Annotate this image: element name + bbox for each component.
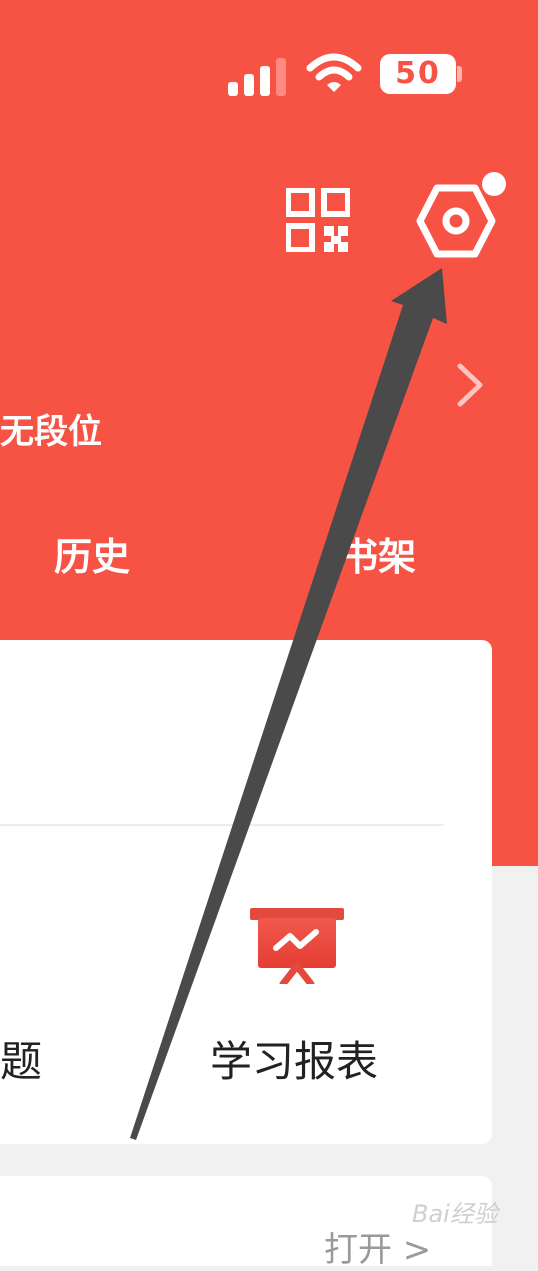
rank-label: 无段位 [0, 412, 102, 452]
cellular-signal-icon [228, 56, 288, 96]
tab-bookshelf[interactable]: 书架 [340, 526, 416, 581]
report-board-icon[interactable] [250, 908, 344, 984]
battery-indicator: 50 [380, 54, 456, 94]
notification-dot [482, 172, 506, 196]
chevron-right-icon[interactable] [452, 362, 486, 408]
tab-history[interactable]: 历史 [54, 526, 130, 581]
qr-code-icon[interactable] [286, 188, 350, 252]
action-label-topics[interactable]: 题 [0, 1028, 42, 1089]
wifi-icon [306, 53, 362, 92]
watermark: Bai经验 [412, 1200, 498, 1228]
settings-hexagon-icon[interactable] [416, 184, 496, 258]
battery-tip [457, 66, 462, 82]
open-link[interactable]: 打开 > [324, 1222, 431, 1271]
card-divider [0, 824, 444, 826]
action-label-report[interactable]: 学习报表 [210, 1028, 378, 1089]
